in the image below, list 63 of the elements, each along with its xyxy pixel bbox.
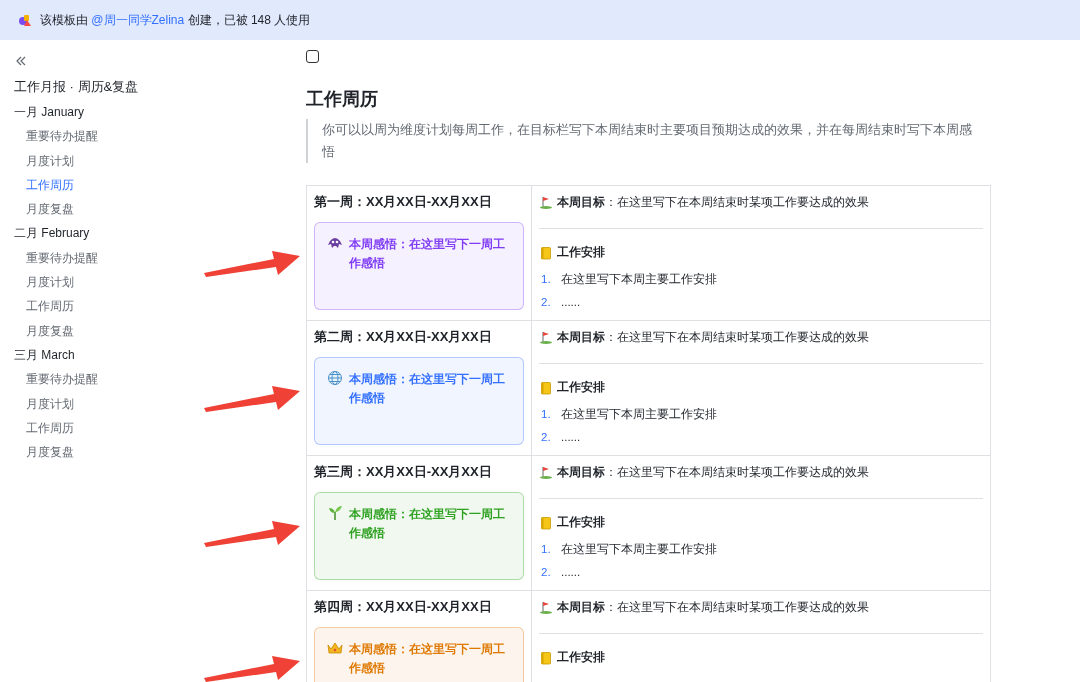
- reflection-text: 本周感悟：在这里写下一周工作感悟: [349, 506, 506, 541]
- plan-title: 工作安排: [557, 245, 605, 260]
- plan-title: 工作安排: [557, 650, 605, 665]
- notebook-icon: [539, 380, 553, 395]
- plan-item-text: ......: [561, 295, 581, 310]
- week-heading: 第三周：XX月XX日-XX月XX日: [314, 464, 493, 480]
- globe-icon: [327, 370, 343, 386]
- outline-item[interactable]: 重要待办提醒: [14, 245, 306, 271]
- goal-text: 本周目标：在这里写下在本周结束时某项工作要达成的效果: [557, 194, 869, 210]
- goal-text: 本周目标：在这里写下在本周结束时某项工作要达成的效果: [557, 599, 869, 615]
- week-heading: 第四周：XX月XX日-XX月XX日: [314, 599, 493, 615]
- list-number: 1.: [540, 272, 552, 287]
- plan-item-text: 在这里写下本周主要工作安排: [561, 272, 717, 287]
- outline-item[interactable]: 月度复盘: [14, 197, 306, 222]
- outline-item[interactable]: 月度计划: [14, 270, 306, 295]
- outline-item[interactable]: 二月 February: [14, 221, 306, 246]
- crown-icon: [327, 640, 343, 656]
- outline-item[interactable]: 月度计划: [14, 148, 306, 173]
- flag-icon: [539, 465, 553, 479]
- outline-item[interactable]: 工作周历: [14, 172, 306, 198]
- alien-icon: [327, 235, 343, 251]
- collapse-icon[interactable]: [14, 54, 28, 68]
- page-heading: 工作周历: [306, 88, 379, 111]
- outline-item[interactable]: 一月 January: [14, 100, 306, 125]
- template-logo-icon: [18, 13, 32, 27]
- notebook-icon: [539, 245, 553, 260]
- reflection-text: 本周感悟：在这里写下一周工作感悟: [349, 641, 506, 676]
- reflection-text: 本周感悟：在这里写下一周工作感悟: [349, 371, 506, 406]
- description-quote: 你可以以周为维度计划每周工作，在目标栏写下本周结束时主要项目预期达成的效果，并在每周结束时写下本周感悟: [306, 119, 974, 163]
- outline-title[interactable]: 工作月报 · 周历&复盘: [14, 76, 306, 100]
- list-number: 2.: [540, 295, 552, 310]
- list-number: 1.: [540, 542, 552, 557]
- list-number: 2.: [540, 565, 552, 580]
- flag-icon: [539, 330, 553, 344]
- sprout-icon: [327, 505, 343, 521]
- list-number: 1.: [540, 407, 552, 422]
- author-link[interactable]: @周一同学Zelina: [91, 12, 185, 27]
- outline-item[interactable]: 工作周历: [14, 294, 306, 319]
- checkbox[interactable]: [306, 50, 319, 63]
- outline-item[interactable]: 月度计划: [14, 391, 306, 416]
- notebook-icon: [539, 515, 553, 530]
- week-heading: 第一周：XX月XX日-XX月XX日: [314, 194, 493, 210]
- plan-title: 工作安排: [557, 515, 605, 530]
- plan-item-text: ......: [561, 565, 581, 580]
- reflection-text: 本周感悟：在这里写下一周工作感悟: [349, 236, 506, 271]
- list-number: 2.: [540, 430, 552, 445]
- banner-text: 该模板由 @周一同学Zelina 创建，已被 148 人使用: [40, 11, 311, 29]
- outline-item[interactable]: 月度复盘: [14, 318, 306, 343]
- notebook-icon: [539, 650, 553, 665]
- outline-item[interactable]: 重要待办提醒: [14, 124, 306, 149]
- goal-text: 本周目标：在这里写下在本周结束时某项工作要达成的效果: [557, 464, 869, 480]
- plan-item-text: ......: [561, 430, 581, 445]
- outline-item[interactable]: 月度复盘: [14, 440, 306, 465]
- week-heading: 第二周：XX月XX日-XX月XX日: [314, 329, 493, 345]
- plan-item-text: 在这里写下本周主要工作安排: [561, 407, 717, 422]
- flag-icon: [539, 600, 553, 614]
- flag-icon: [539, 195, 553, 209]
- goal-text: 本周目标：在这里写下在本周结束时某项工作要达成的效果: [557, 329, 869, 345]
- outline-item[interactable]: 三月 March: [14, 342, 306, 368]
- outline-item[interactable]: 工作周历: [14, 415, 306, 441]
- plan-item-text: 在这里写下本周主要工作安排: [561, 542, 717, 557]
- outline-item[interactable]: 重要待办提醒: [14, 367, 306, 392]
- plan-title: 工作安排: [557, 380, 605, 395]
